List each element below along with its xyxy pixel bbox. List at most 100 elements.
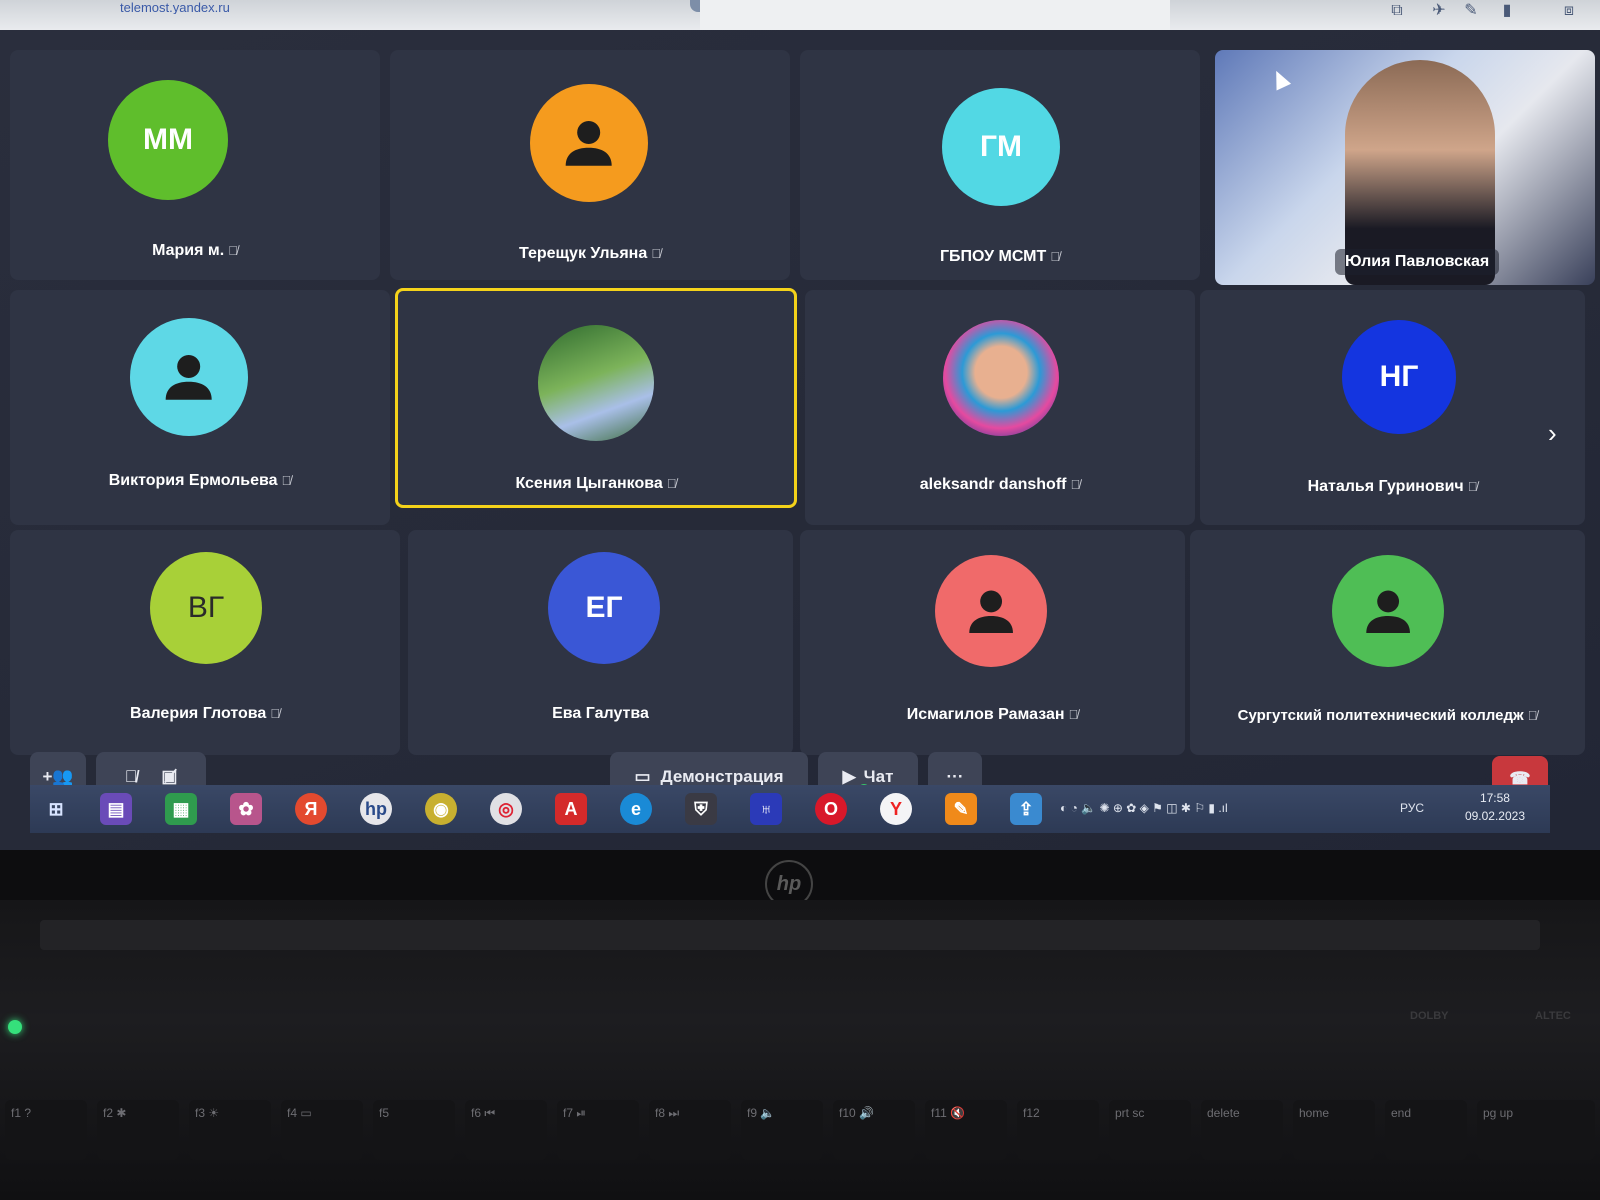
key-f9: f9 🔈 [741, 1100, 823, 1160]
webcam-icon[interactable]: ◉ [425, 793, 457, 825]
chrome-icon[interactable]: ◎ [490, 793, 522, 825]
windows-start-icon[interactable]: ⊞ [40, 793, 72, 825]
participant-tile-1[interactable]: ММ Мария м. 🎙̸ [10, 50, 380, 280]
key-f7: f7 ⏯ [557, 1100, 639, 1160]
key-f2: f2 ✱ [97, 1100, 179, 1160]
taskbar: ⊞ ▤ ▦ ✿ Я hp ◉ ◎ A e ⛨ ♅ O Y ✎ ⇪ ◐ ◔ 🔈 ✺… [30, 785, 1550, 833]
mic-off-icon: 🎙̸ [228, 243, 238, 258]
extensions-icon[interactable]: ⧈ [1560, 2, 1578, 20]
mic-off-icon[interactable]: 🎙̸ [125, 767, 138, 787]
key-f10: f10 🔊 [833, 1100, 915, 1160]
vpn-icon[interactable]: ♅ [750, 793, 782, 825]
key-prtsc: prt sc [1109, 1100, 1191, 1160]
editor-icon[interactable]: ✎ [945, 793, 977, 825]
key-f12: f12 [1017, 1100, 1099, 1160]
person-icon [1332, 555, 1444, 667]
mic-off-icon: 🎙̸ [1050, 249, 1061, 264]
chat-label: Чат [863, 767, 894, 786]
camera-off-icon[interactable]: ▣̸ [161, 767, 177, 787]
store-icon[interactable]: ▦ [165, 793, 197, 825]
key-f1: f1 ? [5, 1100, 87, 1160]
avatar: ММ [108, 80, 228, 200]
mic-off-icon: 🎙̸ [1467, 479, 1478, 494]
opera-icon[interactable]: O [815, 793, 847, 825]
mic-off-icon: 🎙̸ [1070, 477, 1081, 492]
bookmark-icon[interactable]: ▮ [1498, 2, 1516, 20]
screen-icon: ▭ [634, 767, 651, 786]
yandex-icon[interactable]: Я [295, 793, 327, 825]
edit-icon[interactable]: ✎ [1462, 2, 1480, 20]
key-f11: f11 🔇 [925, 1100, 1007, 1160]
altec-logo: ALTEC [1535, 1010, 1571, 1022]
clock-time: 17:58 [1479, 791, 1510, 805]
clock[interactable]: 17:58 09.02.2023 [1465, 789, 1525, 825]
chevron-right-icon[interactable]: › [1548, 418, 1557, 449]
key-f5: f5 [373, 1100, 455, 1160]
key-home: home [1293, 1100, 1375, 1160]
hp-icon[interactable]: hp [360, 793, 392, 825]
participant-name: Виктория Ермольева 🎙̸ [108, 472, 292, 489]
screen-share-label: Демонстрация [660, 767, 784, 786]
address-bar[interactable]: telemost.yandex.ru [120, 0, 380, 14]
person-icon [130, 318, 248, 436]
laptop-hinge [40, 920, 1540, 950]
video-conference-screen: ММ Мария м. 🎙̸ Терещук Ульяна 🎙̸ ГМ ГБПОУ … [0, 30, 1600, 850]
participant-tile-2[interactable]: Терещук Ульяна 🎙̸ [390, 50, 790, 280]
participant-name: Ева Галутва [552, 705, 649, 722]
participant-name: Исмагилов Рамазан 🎙̸ [906, 706, 1079, 723]
participant-name: Мария м. 🎙̸ [152, 242, 238, 259]
mic-off-icon: 🎙̸ [281, 473, 292, 488]
network-share-icon[interactable]: ⇪ [1010, 793, 1042, 825]
participant-name: ГБПОУ МСМТ 🎙̸ [939, 248, 1061, 265]
participant-tile-11[interactable]: Исмагилов Рамазан 🎙̸ [800, 530, 1185, 755]
participant-name: Наталья Гуринович 🎙̸ [1307, 478, 1478, 495]
mic-off-icon: 🎙̸ [1068, 707, 1079, 722]
edge-icon[interactable]: e [620, 793, 652, 825]
system-tray[interactable]: ◐ ◔ 🔈 ✺ ⊕ ✿ ◈ ⚑ ◫ ✱ ⚐ ▮ .ıl [1060, 801, 1228, 815]
clock-date: 09.02.2023 [1464, 809, 1525, 823]
mic-off-icon: 🎙̸ [270, 706, 280, 721]
key-f4: f4 ▭ [281, 1100, 363, 1160]
key-f8: f8 ⏭ [649, 1100, 731, 1160]
key-f3: f3 ☀ [189, 1100, 271, 1160]
avatar: НГ [1342, 320, 1456, 434]
key-end: end [1385, 1100, 1467, 1160]
key-pgup: pg up [1477, 1100, 1595, 1160]
avatar: ГМ [942, 88, 1060, 206]
photos-icon[interactable]: ✿ [230, 793, 262, 825]
yandex-browser-icon[interactable]: Y [880, 793, 912, 825]
shield-icon[interactable]: ⛨ [685, 793, 717, 825]
participant-tile-12[interactable]: Сургутский политехнический колледж 🎙̸ [1190, 530, 1585, 755]
avatar: ВГ [150, 552, 262, 664]
mic-off-icon: 🎙̸ [1527, 708, 1538, 723]
participant-tile-9[interactable]: ВГ Валерия Глотова 🎙̸ [10, 530, 400, 755]
participant-video-tile[interactable]: Юлия Павловская [1215, 50, 1595, 285]
participant-name: Юлия Павловская [1335, 249, 1500, 275]
participant-tile-7[interactable]: aleksandr danshoff 🎙̸ [805, 290, 1195, 525]
participant-tile-active-speaker[interactable]: Ксения Цыганкова 🎙̸ [395, 288, 797, 508]
participant-name: aleksandr danshoff 🎙̸ [919, 476, 1081, 493]
copy-icon[interactable]: ⧉ [1388, 2, 1406, 20]
participant-name: Валерия Глотова 🎙̸ [130, 705, 280, 722]
browser-top-bar: telemost.yandex.ru ⧉ ✈ ✎ ▮ ⧈ [0, 0, 1600, 44]
participant-name: Терещук Ульяна 🎙̸ [519, 245, 661, 262]
acrobat-icon[interactable]: A [555, 793, 587, 825]
app-icon[interactable]: ▤ [100, 793, 132, 825]
avatar-photo [943, 320, 1059, 436]
participant-name: Сургутский политехнический колледж 🎙̸ [1237, 707, 1538, 724]
mute-tab-icon[interactable]: ✈ [1430, 2, 1448, 20]
participant-tile-3[interactable]: ГМ ГБПОУ МСМТ 🎙̸ [800, 50, 1200, 280]
participant-tile-5[interactable]: Виктория Ермольева 🎙̸ [10, 290, 390, 525]
person-icon [935, 555, 1047, 667]
mic-off-icon: 🎙̸ [666, 476, 677, 491]
dolby-logo: DOLBY [1410, 1010, 1449, 1022]
mic-off-icon: 🎙̸ [651, 246, 661, 261]
avatar: ЕГ [548, 552, 660, 664]
language-indicator[interactable]: РУС [1400, 801, 1424, 815]
participant-tile-10[interactable]: ЕГ Ева Галутва [408, 530, 793, 755]
participant-tile-8[interactable]: НГ Наталья Гуринович 🎙̸ [1200, 290, 1585, 525]
key-f6: f6 ⏮ [465, 1100, 547, 1160]
key-delete: delete [1201, 1100, 1283, 1160]
person-icon [530, 84, 648, 202]
avatar-photo [538, 325, 654, 441]
